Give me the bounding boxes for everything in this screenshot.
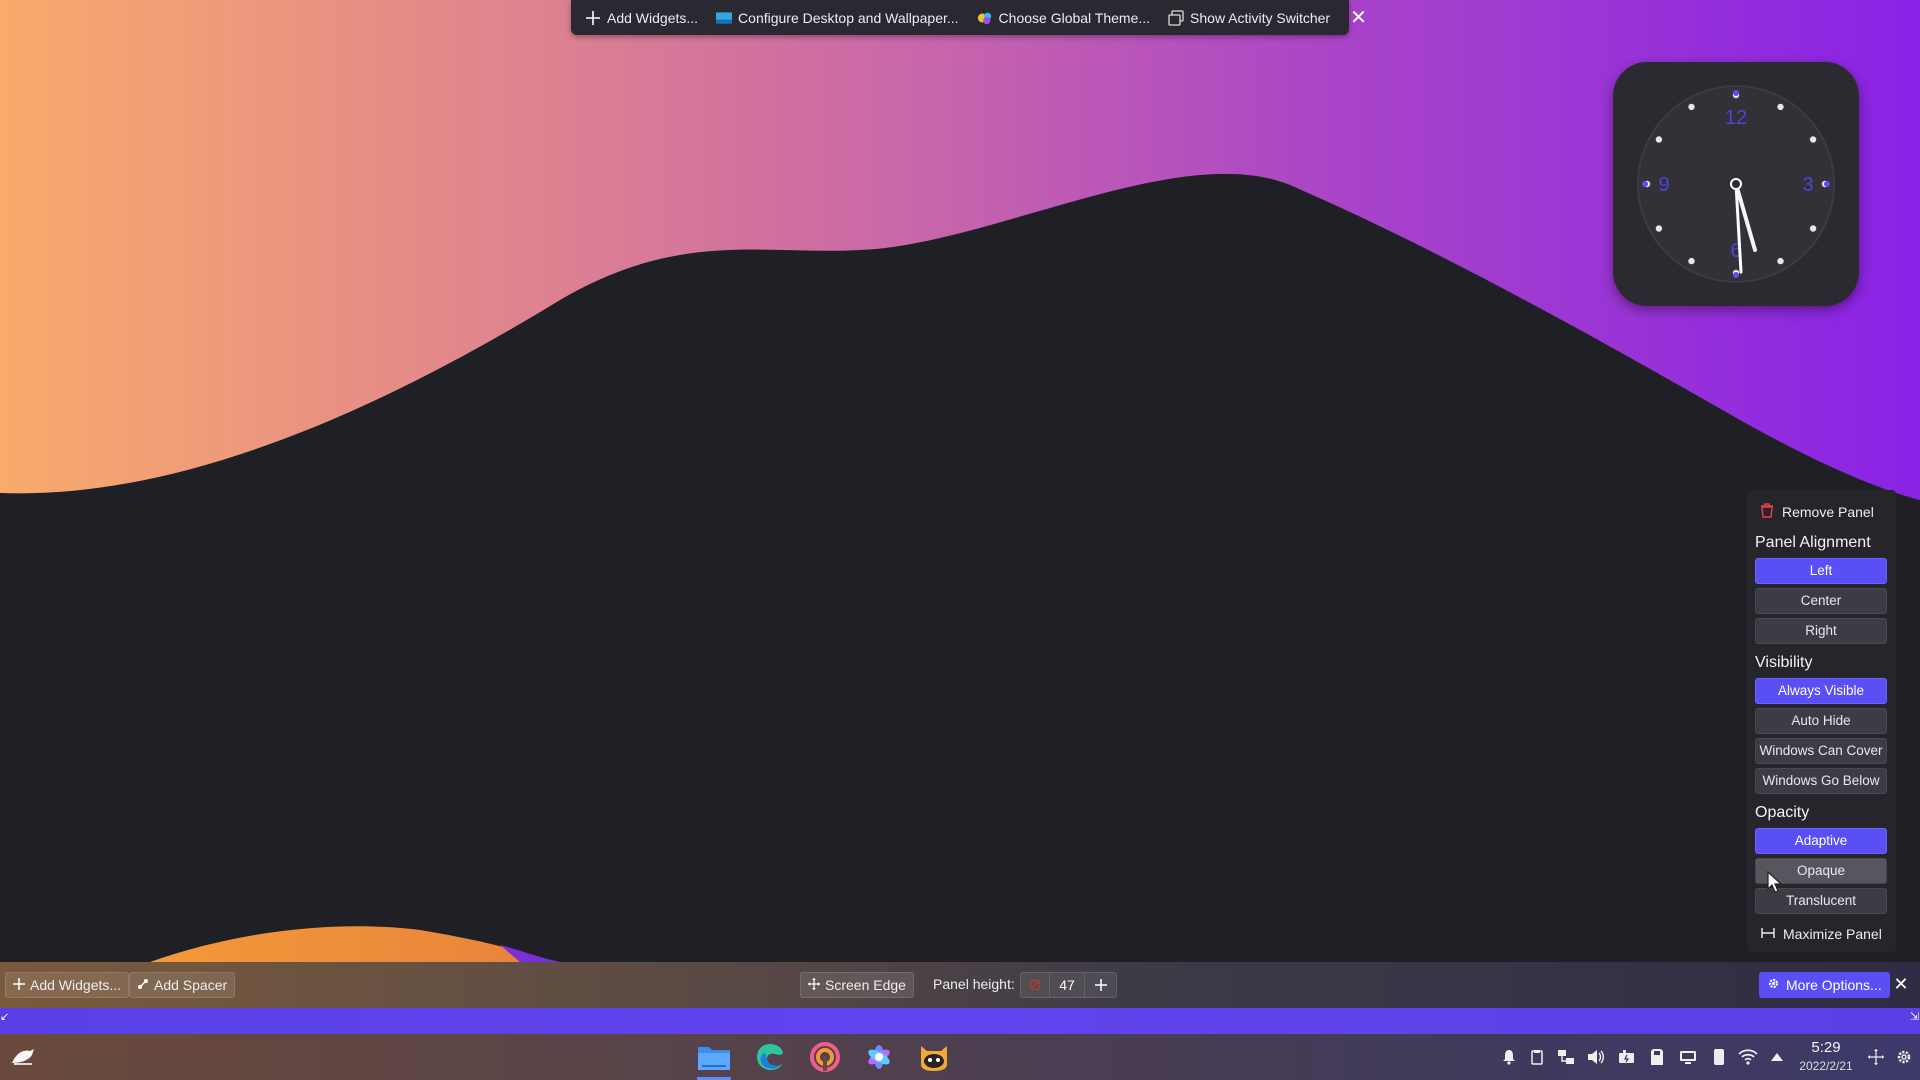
alignment-left-button[interactable]: Left <box>1755 558 1887 584</box>
file-manager-icon <box>698 1047 730 1070</box>
clock-time: 5:29 <box>1811 1039 1841 1056</box>
panel-resize-ruler[interactable]: ↙ ⇲ <box>0 1008 1920 1034</box>
visibility-always-visible-button[interactable]: Always Visible <box>1755 678 1887 704</box>
battery-charging-icon[interactable] <box>1617 1047 1637 1067</box>
panel-alignment-heading: Panel Alignment <box>1755 534 1871 551</box>
trash-icon <box>1760 503 1774 521</box>
task-cat-app[interactable] <box>915 1039 953 1075</box>
launcher-icon <box>12 1049 34 1065</box>
panel-add-widgets-button[interactable]: Add Widgets... <box>5 972 130 998</box>
expand-tray-icon[interactable] <box>1767 1047 1787 1067</box>
display-icon[interactable] <box>1678 1047 1698 1067</box>
network-share-icon[interactable] <box>1556 1047 1576 1067</box>
left-resize-handle-icon[interactable]: ↙ <box>0 1010 10 1024</box>
more-options-button[interactable]: More Options... <box>1759 972 1890 998</box>
app-launcher-button[interactable] <box>8 1042 38 1072</box>
activities-icon <box>1168 9 1184 26</box>
visibility-heading: Visibility <box>1755 654 1813 671</box>
choose-global-theme-label: Choose Global Theme... <box>998 9 1151 26</box>
spacer-icon <box>137 977 149 993</box>
volume-icon[interactable] <box>1586 1047 1606 1067</box>
add-widgets-button[interactable]: Add Widgets... <box>581 7 702 29</box>
show-activity-switcher-button[interactable]: Show Activity Switcher <box>1164 7 1334 29</box>
panel-edit-toolbar: Add Widgets... Add Spacer Screen Edge Pa… <box>0 962 1920 1008</box>
maximize-panel-label: Maximize Panel <box>1783 926 1882 942</box>
task-circle-app[interactable] <box>806 1039 844 1075</box>
increase-icon[interactable] <box>1085 973 1116 997</box>
decrease-disabled-icon[interactable] <box>1021 973 1049 997</box>
plus-icon <box>13 977 25 993</box>
sd-card-icon[interactable] <box>1647 1047 1667 1067</box>
edge-browser-icon <box>757 1044 783 1070</box>
notifications-bell-icon[interactable] <box>1499 1047 1519 1067</box>
configure-desktop-button[interactable]: Configure Desktop and Wallpaper... <box>712 7 963 29</box>
plus-icon <box>585 10 601 26</box>
close-icon[interactable]: ✕ <box>1350 8 1367 28</box>
add-widgets-label: Add Widgets... <box>607 9 699 26</box>
remove-panel-button[interactable]: Remove Panel <box>1753 500 1890 524</box>
add-spacer-label: Add Spacer <box>154 977 228 993</box>
theme-icon <box>977 10 993 26</box>
opacity-adaptive-button[interactable]: Adaptive <box>1755 828 1887 854</box>
screen-edge-button[interactable]: Screen Edge <box>800 972 914 998</box>
maximize-panel-button[interactable]: Maximize Panel <box>1753 922 1890 946</box>
configure-desktop-label: Configure Desktop and Wallpaper... <box>738 9 959 26</box>
clock-date: 2022/2/21 <box>1799 1059 1853 1073</box>
move-icon <box>808 977 820 993</box>
cat-app-icon <box>921 1046 947 1071</box>
mouse-cursor <box>1767 871 1783 893</box>
panel-height-label: Panel height: <box>933 976 1015 992</box>
settings-gear-icon[interactable] <box>1894 1047 1914 1067</box>
add-spacer-button[interactable]: Add Spacer <box>129 972 236 998</box>
task-file-manager[interactable] <box>695 1039 733 1080</box>
panel-height-spinbox[interactable]: 47 <box>1020 972 1117 998</box>
panel-height-value[interactable]: 47 <box>1049 973 1085 997</box>
clock-numeral-12: 12 <box>1725 107 1747 129</box>
wifi-icon[interactable] <box>1738 1047 1758 1067</box>
analog-clock-widget[interactable]: 12 3 6 9 <box>1613 62 1859 306</box>
desktop-edit-toolbar: Add Widgets... Configure Desktop and Wal… <box>571 0 1367 35</box>
choose-global-theme-button[interactable]: Choose Global Theme... <box>973 7 1155 29</box>
panel-add-widgets-label: Add Widgets... <box>30 977 122 993</box>
clipboard-icon[interactable] <box>1527 1047 1547 1067</box>
task-photo-app[interactable] <box>860 1039 898 1075</box>
maximize-icon <box>1761 926 1775 942</box>
clock-numeral-3: 3 <box>1802 174 1813 196</box>
screen-edge-label: Screen Edge <box>825 977 906 993</box>
panel-configure-icon[interactable] <box>1866 1047 1886 1067</box>
wallpaper-icon <box>716 10 733 26</box>
task-edge-browser[interactable] <box>751 1039 789 1075</box>
visibility-windows-can-cover-button[interactable]: Windows Can Cover <box>1755 738 1887 764</box>
clock-numeral-9: 9 <box>1658 174 1669 196</box>
visibility-auto-hide-button[interactable]: Auto Hide <box>1755 708 1887 734</box>
alignment-right-button[interactable]: Right <box>1755 618 1887 644</box>
app-circle-icon <box>810 1042 840 1072</box>
close-icon[interactable]: ✕ <box>1891 974 1911 995</box>
taskbar-clock[interactable]: 5:29 2022/2/21 <box>1792 1038 1860 1074</box>
show-activity-switcher-label: Show Activity Switcher <box>1190 9 1331 26</box>
gear-icon <box>1767 977 1780 993</box>
right-resize-handle-icon[interactable]: ⇲ <box>1910 1010 1920 1024</box>
opacity-heading: Opacity <box>1755 804 1810 821</box>
visibility-windows-go-below-button[interactable]: Windows Go Below <box>1755 768 1887 794</box>
alignment-center-button[interactable]: Center <box>1755 588 1887 614</box>
taskbar-panel: 5:29 2022/2/21 <box>0 1034 1920 1080</box>
remove-panel-label: Remove Panel <box>1782 504 1874 520</box>
clock-face: 12 3 6 9 <box>1637 85 1835 283</box>
more-options-label: More Options... <box>1786 977 1882 993</box>
phone-icon[interactable] <box>1709 1047 1729 1067</box>
photo-app-icon <box>868 1045 890 1069</box>
